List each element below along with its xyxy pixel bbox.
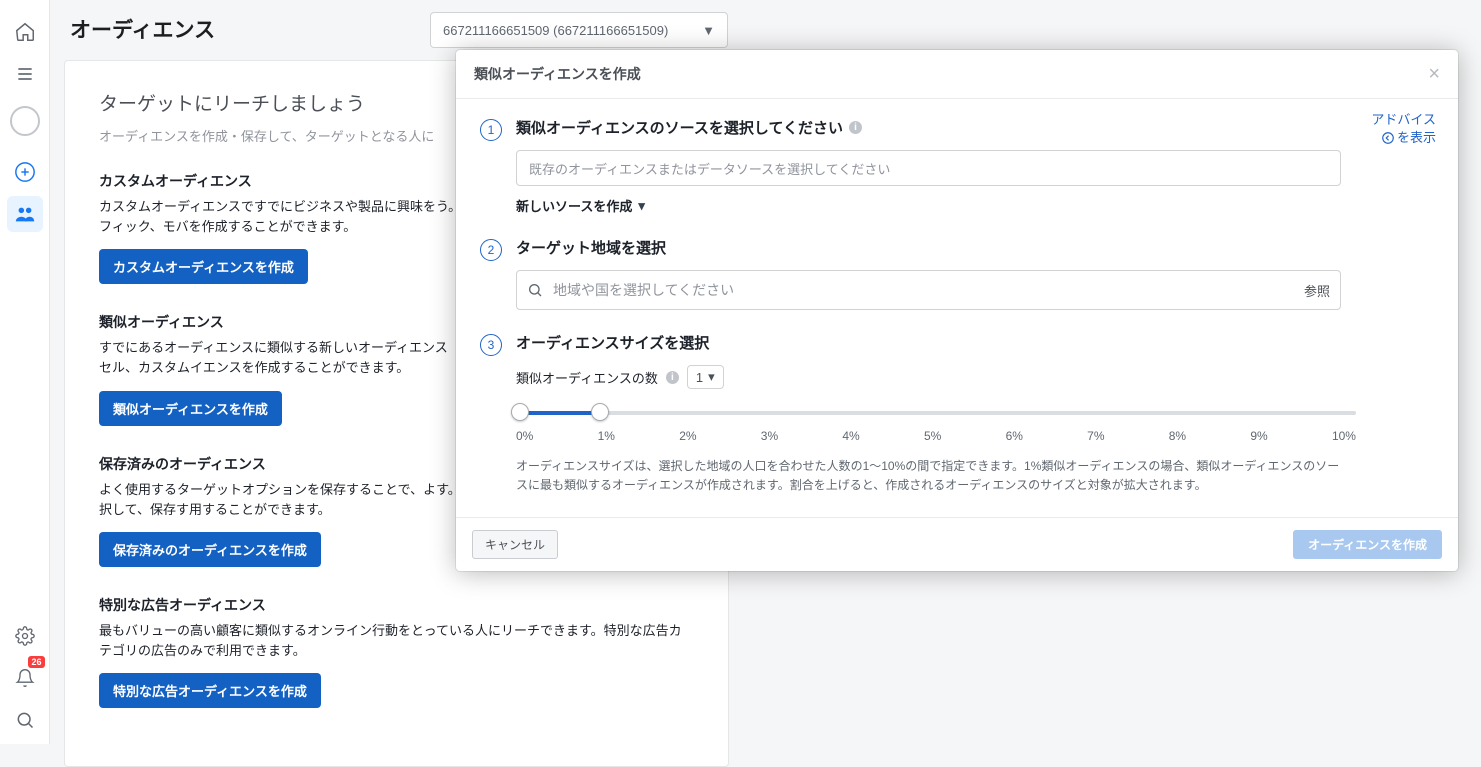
browse-link[interactable]: 参照 bbox=[1304, 281, 1330, 300]
menu-icon[interactable] bbox=[7, 56, 43, 92]
size-description: オーディエンスサイズは、選択した地域の人口を合わせた人数の1～10%の間で指定で… bbox=[516, 457, 1348, 495]
modal-header: 類似オーディエンスを作成 × bbox=[456, 50, 1458, 99]
search-icon[interactable] bbox=[7, 702, 43, 738]
advice-text-1: アドバイス bbox=[1371, 111, 1436, 129]
size-slider[interactable]: 0% 1% 2% 3% 4% 5% 6% 7% 8% 9% 10% bbox=[516, 411, 1356, 443]
input-placeholder: 既存のオーディエンスまたはデータソースを選択してください bbox=[529, 159, 890, 178]
step-title: オーディエンスサイズを選択 bbox=[516, 332, 1434, 353]
section-special-ad-audience: 特別な広告オーディエンス 最もバリューの高い顧客に類似するオンライン行動をとって… bbox=[99, 595, 694, 708]
step-title: ターゲット地域を選択 bbox=[516, 237, 1434, 258]
step-number: 1 bbox=[480, 119, 502, 141]
left-sidebar: 26 bbox=[0, 0, 50, 744]
modal-body: アドバイス を表示 1 類似オーディエンスのソースを選択してください i 既存の… bbox=[456, 99, 1458, 517]
info-icon[interactable]: i bbox=[666, 371, 679, 384]
info-icon[interactable]: i bbox=[849, 121, 862, 134]
audiences-icon[interactable] bbox=[7, 196, 43, 232]
step-title: 類似オーディエンスのソースを選択してください i bbox=[516, 117, 1434, 138]
caret-down-icon: ▾ bbox=[638, 198, 645, 214]
chevron-left-circle-icon bbox=[1381, 131, 1395, 145]
create-new-source-menu[interactable]: 新しいソースを作成 ▾ bbox=[516, 196, 645, 215]
create-special-ad-audience-button[interactable]: 特別な広告オーディエンスを作成 bbox=[99, 673, 321, 708]
create-icon[interactable] bbox=[7, 154, 43, 190]
caret-down-icon: ▾ bbox=[708, 369, 715, 385]
page-header: オーディエンス bbox=[70, 14, 215, 44]
step-location: 2 ターゲット地域を選択 地域や国を選択してください 参照 bbox=[480, 237, 1434, 310]
create-saved-audience-button[interactable]: 保存済みのオーディエンスを作成 bbox=[99, 532, 321, 567]
create-lookalike-audience-button[interactable]: 類似オーディエンスを作成 bbox=[99, 391, 282, 426]
search-icon bbox=[527, 282, 543, 298]
section-desc: 最もバリューの高い顧客に類似するオンライン行動をとっている人にリーチできます。特… bbox=[99, 621, 694, 661]
step-number: 2 bbox=[480, 239, 502, 261]
gear-icon[interactable] bbox=[7, 618, 43, 654]
show-advice-link[interactable]: アドバイス を表示 bbox=[1371, 111, 1436, 147]
account-selector[interactable]: 667211166651509 (667211166651509) ▼ bbox=[430, 12, 728, 48]
slider-ticks: 0% 1% 2% 3% 4% 5% 6% 7% 8% 9% 10% bbox=[516, 429, 1356, 443]
close-icon[interactable]: × bbox=[1428, 64, 1440, 84]
slider-handle-start[interactable] bbox=[511, 403, 529, 421]
input-placeholder: 地域や国を選択してください bbox=[553, 280, 734, 300]
modal-title: 類似オーディエンスを作成 bbox=[474, 64, 641, 84]
count-label: 類似オーディエンスの数 bbox=[516, 368, 658, 387]
create-custom-audience-button[interactable]: カスタムオーディエンスを作成 bbox=[99, 249, 308, 284]
cancel-button[interactable]: キャンセル bbox=[472, 530, 558, 559]
account-selector-label: 667211166651509 (667211166651509) bbox=[443, 23, 668, 38]
advice-text-2: を表示 bbox=[1397, 129, 1436, 147]
bell-icon[interactable]: 26 bbox=[7, 660, 43, 696]
location-search-input[interactable]: 地域や国を選択してください 参照 bbox=[516, 270, 1341, 310]
step-number: 3 bbox=[480, 334, 502, 356]
section-title: 特別な広告オーディエンス bbox=[99, 595, 694, 615]
step-source: 1 類似オーディエンスのソースを選択してください i 既存のオーディエンスまたは… bbox=[480, 117, 1434, 215]
modal-footer: キャンセル オーディエンスを作成 bbox=[456, 517, 1458, 571]
slider-handle-end[interactable] bbox=[591, 403, 609, 421]
create-audience-button[interactable]: オーディエンスを作成 bbox=[1293, 530, 1442, 559]
caret-down-icon: ▼ bbox=[702, 23, 715, 38]
home-icon[interactable] bbox=[7, 14, 43, 50]
source-select-input[interactable]: 既存のオーディエンスまたはデータソースを選択してください bbox=[516, 150, 1341, 186]
lookalike-count-select[interactable]: 1 ▾ bbox=[687, 365, 724, 389]
count-value: 1 bbox=[696, 370, 703, 385]
new-source-label: 新しいソースを作成 bbox=[516, 196, 632, 215]
create-lookalike-modal: 類似オーディエンスを作成 × アドバイス を表示 1 類似オーディエンスのソース… bbox=[456, 50, 1458, 571]
page-title: オーディエンス bbox=[70, 14, 215, 44]
step-size: 3 オーディエンスサイズを選択 類似オーディエンスの数 i 1 ▾ bbox=[480, 332, 1434, 495]
notification-badge: 26 bbox=[28, 656, 44, 668]
avatar[interactable] bbox=[10, 106, 40, 136]
